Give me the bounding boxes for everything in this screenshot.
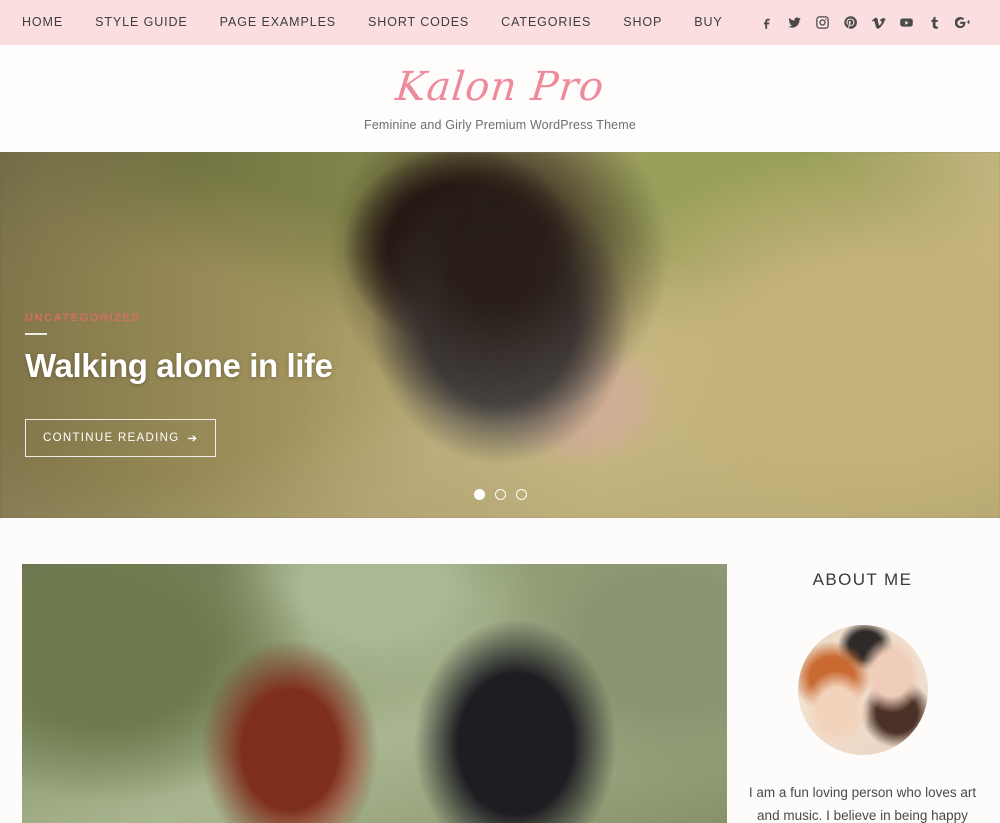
- arrow-right-icon: ➔: [187, 432, 199, 445]
- hero-caption: UNCATEGORIZED Walking alone in life CONT…: [25, 312, 333, 457]
- pinterest-icon[interactable]: [843, 15, 858, 30]
- hero-post-title[interactable]: Walking alone in life: [25, 347, 333, 385]
- slider-dot-3[interactable]: [515, 489, 527, 500]
- top-navigation-bar: HOME STYLE GUIDE PAGE EXAMPLES SHORT COD…: [0, 0, 1000, 45]
- site-branding: Kalon Pro Feminine and Girly Premium Wor…: [0, 45, 1000, 152]
- primary-nav-menu: HOME STYLE GUIDE PAGE EXAMPLES SHORT COD…: [0, 0, 739, 45]
- nav-item-buy[interactable]: BUY: [678, 0, 738, 45]
- slider-dot-2[interactable]: [494, 489, 506, 500]
- hero-category-label[interactable]: UNCATEGORIZED: [25, 312, 333, 324]
- nav-item-home[interactable]: HOME: [0, 0, 79, 45]
- continue-reading-button[interactable]: CONTINUE READING ➔: [25, 418, 217, 457]
- about-me-heading: ABOUT ME: [812, 570, 913, 589]
- facebook-icon[interactable]: [759, 15, 774, 30]
- slider-pagination: [0, 489, 1000, 500]
- hero-divider: [25, 333, 47, 335]
- instagram-icon[interactable]: [815, 15, 830, 30]
- nav-item-short-codes[interactable]: SHORT CODES: [352, 0, 485, 45]
- vimeo-icon[interactable]: [871, 15, 886, 30]
- post-list: [22, 564, 727, 823]
- social-links: [759, 15, 984, 30]
- site-tagline: Feminine and Girly Premium WordPress The…: [364, 118, 636, 132]
- hero-slider: UNCATEGORIZED Walking alone in life CONT…: [0, 152, 1000, 518]
- slider-dot-1[interactable]: [473, 489, 485, 500]
- nav-item-shop[interactable]: SHOP: [607, 0, 678, 45]
- nav-item-page-examples[interactable]: PAGE EXAMPLES: [204, 0, 352, 45]
- main-content: ABOUT ME I am a fun loving person who lo…: [0, 518, 1000, 823]
- sidebar: ABOUT ME I am a fun loving person who lo…: [727, 564, 1000, 823]
- twitter-icon[interactable]: [787, 15, 802, 30]
- site-title[interactable]: Kalon Pro: [393, 64, 606, 110]
- tumblr-icon[interactable]: [927, 15, 942, 30]
- author-avatar: [797, 625, 928, 755]
- about-me-text: I am a fun loving person who loves art a…: [748, 785, 977, 823]
- nav-item-categories[interactable]: CATEGORIES: [485, 0, 607, 45]
- featured-post-image[interactable]: [22, 564, 727, 823]
- continue-reading-label: CONTINUE READING: [43, 431, 180, 444]
- nav-item-style-guide[interactable]: STYLE GUIDE: [79, 0, 204, 45]
- googleplus-icon[interactable]: [955, 15, 970, 30]
- youtube-icon[interactable]: [899, 15, 914, 30]
